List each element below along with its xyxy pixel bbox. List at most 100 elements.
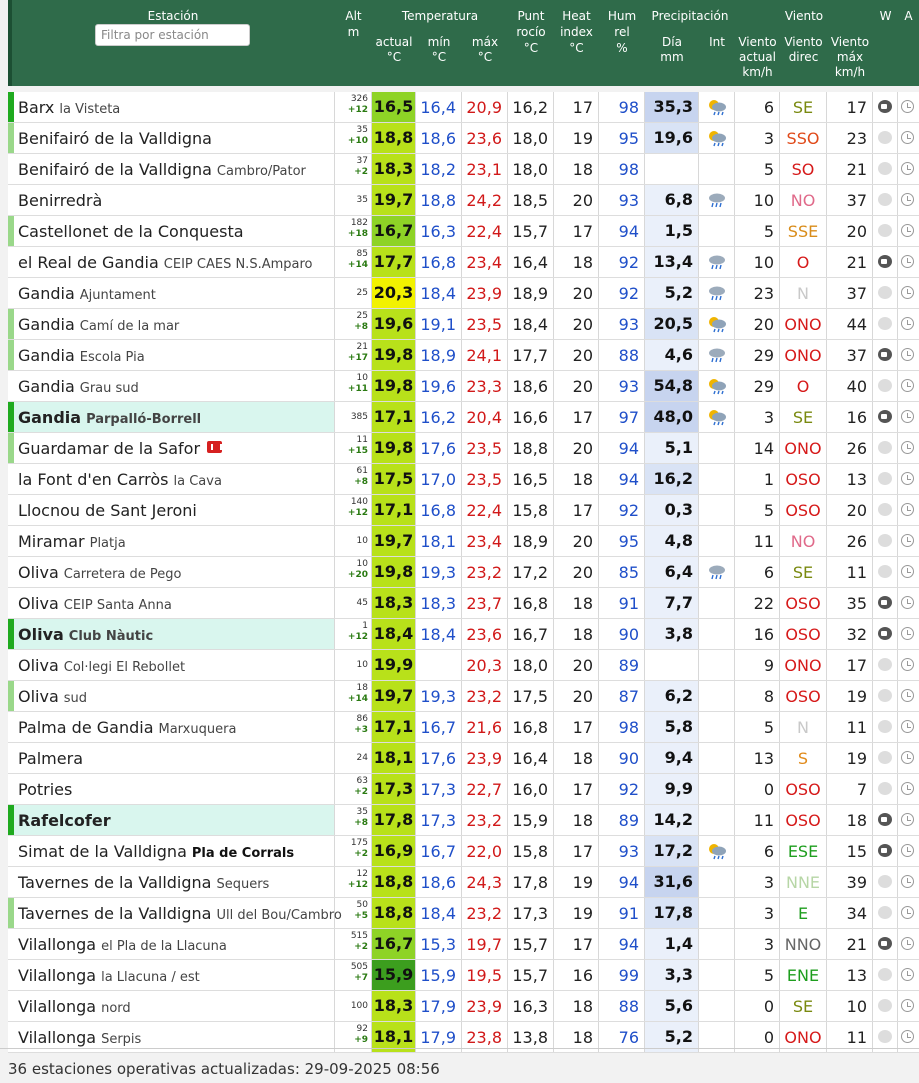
- webcam-cell[interactable]: [873, 805, 898, 835]
- webcam-icon[interactable]: [878, 844, 892, 857]
- webcam-icon[interactable]: [878, 162, 892, 175]
- station-name[interactable]: Gandia: [18, 284, 75, 303]
- clock-icon[interactable]: [901, 472, 914, 485]
- webcam-cell[interactable]: [873, 619, 898, 649]
- clock-icon[interactable]: [901, 441, 914, 454]
- table-row[interactable]: Benirredrà 35 19,7 18,8 24,2 18,5 20 93 …: [8, 185, 919, 216]
- webcam-cell[interactable]: [873, 557, 898, 587]
- webcam-icon[interactable]: [878, 968, 892, 981]
- clock-icon[interactable]: [901, 1030, 914, 1043]
- clock-icon[interactable]: [901, 193, 914, 206]
- station-name[interactable]: Palmera: [18, 749, 83, 768]
- clock-icon[interactable]: [901, 379, 914, 392]
- webcam-icon[interactable]: [878, 906, 892, 919]
- station-name[interactable]: la Font d'en Carròs: [18, 470, 169, 489]
- webcam-cell[interactable]: [873, 92, 898, 122]
- webcam-icon[interactable]: [878, 131, 892, 144]
- station-name[interactable]: Llocnou de Sant Jeroni: [18, 501, 197, 520]
- table-row[interactable]: Gandia Escola Pia 21 +17 19,8 18,9 24,1 17…: [8, 340, 919, 371]
- table-row[interactable]: Benifairó de la Valldigna 35 +10 18,8 18,…: [8, 123, 919, 154]
- station-cell[interactable]: Benirredrà: [8, 185, 335, 215]
- history-cell[interactable]: [898, 960, 919, 990]
- station-name[interactable]: Gandia: [18, 377, 75, 396]
- station-cell[interactable]: Gandia Grau sud: [8, 371, 335, 401]
- webcam-cell[interactable]: [873, 278, 898, 308]
- clock-icon[interactable]: [901, 813, 914, 826]
- history-cell[interactable]: [898, 898, 919, 928]
- clock-icon[interactable]: [901, 100, 914, 113]
- station-cell[interactable]: Barx la Visteta: [8, 92, 335, 122]
- station-cell[interactable]: el Real de Gandia CEIP CAES N.S.Amparo: [8, 247, 335, 277]
- table-row[interactable]: Miramar Platja 10 19,7 18,1 23,4 18,9 20 …: [8, 526, 919, 557]
- history-cell[interactable]: [898, 123, 919, 153]
- station-name[interactable]: Simat de la Valldigna: [18, 842, 187, 861]
- station-name[interactable]: Benifairó de la Valldigna: [18, 160, 212, 179]
- history-cell[interactable]: [898, 464, 919, 494]
- history-cell[interactable]: [898, 619, 919, 649]
- webcam-icon[interactable]: [878, 720, 892, 733]
- webcam-cell[interactable]: [873, 216, 898, 246]
- station-cell[interactable]: Benifairó de la Valldigna Cambro/Pator: [8, 154, 335, 184]
- webcam-cell[interactable]: [873, 371, 898, 401]
- station-cell[interactable]: Simat de la Valldigna Pla de Corrals: [8, 836, 335, 866]
- clock-icon[interactable]: [901, 596, 914, 609]
- webcam-cell[interactable]: [873, 123, 898, 153]
- history-cell[interactable]: [898, 216, 919, 246]
- webcam-icon[interactable]: [878, 348, 892, 361]
- webcam-icon[interactable]: [878, 565, 892, 578]
- webcam-cell[interactable]: [873, 495, 898, 525]
- webcam-cell[interactable]: [873, 712, 898, 742]
- station-cell[interactable]: Gandia Camí de la mar: [8, 309, 335, 339]
- history-cell[interactable]: [898, 681, 919, 711]
- webcam-cell[interactable]: [873, 774, 898, 804]
- clock-icon[interactable]: [901, 937, 914, 950]
- table-row[interactable]: Rafelcofer 35 +8 17,8 17,3 23,2 15,9 18 8…: [8, 805, 919, 836]
- table-row[interactable]: Guardamar de la Safor 11 +15 19,8 17,6 23…: [8, 433, 919, 464]
- station-cell[interactable]: Vilallonga nord: [8, 991, 335, 1021]
- history-cell[interactable]: [898, 588, 919, 618]
- station-name[interactable]: Palma de Gandia: [18, 718, 154, 737]
- table-row[interactable]: Oliva sud 18 +14 19,7 19,3 23,2 17,5 20 87…: [8, 681, 919, 712]
- webcam-cell[interactable]: [873, 898, 898, 928]
- table-row[interactable]: Vilallonga nord 100 18,3 17,9 23,9 16,3 1…: [8, 991, 919, 1022]
- webcam-cell[interactable]: [873, 433, 898, 463]
- station-name[interactable]: Vilallonga: [18, 1028, 96, 1047]
- history-cell[interactable]: [898, 402, 919, 432]
- clock-icon[interactable]: [901, 782, 914, 795]
- history-cell[interactable]: [898, 991, 919, 1021]
- webcam-icon[interactable]: [878, 472, 892, 485]
- webcam-icon[interactable]: [878, 689, 892, 702]
- station-name[interactable]: Tavernes de la Valldigna: [18, 873, 211, 892]
- clock-icon[interactable]: [901, 317, 914, 330]
- station-name[interactable]: Oliva: [18, 656, 59, 675]
- station-cell[interactable]: Palma de Gandia Marxuquera: [8, 712, 335, 742]
- clock-icon[interactable]: [901, 534, 914, 547]
- table-row[interactable]: Potries 63 +2 17,3 17,3 22,7 16,0 17 92 9…: [8, 774, 919, 805]
- station-name[interactable]: Gandia: [18, 315, 75, 334]
- clock-icon[interactable]: [901, 224, 914, 237]
- webcam-cell[interactable]: [873, 185, 898, 215]
- station-name[interactable]: Gandia: [18, 346, 75, 365]
- history-cell[interactable]: [898, 526, 919, 556]
- history-cell[interactable]: [898, 867, 919, 897]
- station-cell[interactable]: Gandia Escola Pia: [8, 340, 335, 370]
- clock-icon[interactable]: [901, 968, 914, 981]
- webcam-icon[interactable]: [878, 782, 892, 795]
- table-row[interactable]: Vilallonga la Llacuna / est 505 +7 15,9 15…: [8, 960, 919, 991]
- webcam-icon[interactable]: [878, 813, 892, 826]
- table-row[interactable]: Castellonet de la Conquesta 182 +18 16,7 …: [8, 216, 919, 247]
- clock-icon[interactable]: [901, 255, 914, 268]
- table-row[interactable]: Benifairó de la Valldigna Cambro/Pator 37…: [8, 154, 919, 185]
- webcam-cell[interactable]: [873, 991, 898, 1021]
- table-row[interactable]: Palmera 24 18,1 17,6 23,9 16,4 18 90 9,4…: [8, 743, 919, 774]
- history-cell[interactable]: [898, 557, 919, 587]
- webcam-cell[interactable]: [873, 743, 898, 773]
- table-row[interactable]: Gandia Parpalló-Borrell 385 17,1 16,2 20,…: [8, 402, 919, 433]
- clock-icon[interactable]: [901, 286, 914, 299]
- webcam-icon[interactable]: [878, 193, 892, 206]
- table-row[interactable]: Oliva Club Nàutic 1 +12 18,4 18,4 23,6 16,…: [8, 619, 919, 650]
- webcam-cell[interactable]: [873, 650, 898, 680]
- station-cell[interactable]: Llocnou de Sant Jeroni: [8, 495, 335, 525]
- webcam-cell[interactable]: [873, 464, 898, 494]
- table-row[interactable]: Palma de Gandia Marxuquera 86 +3 17,1 16,7…: [8, 712, 919, 743]
